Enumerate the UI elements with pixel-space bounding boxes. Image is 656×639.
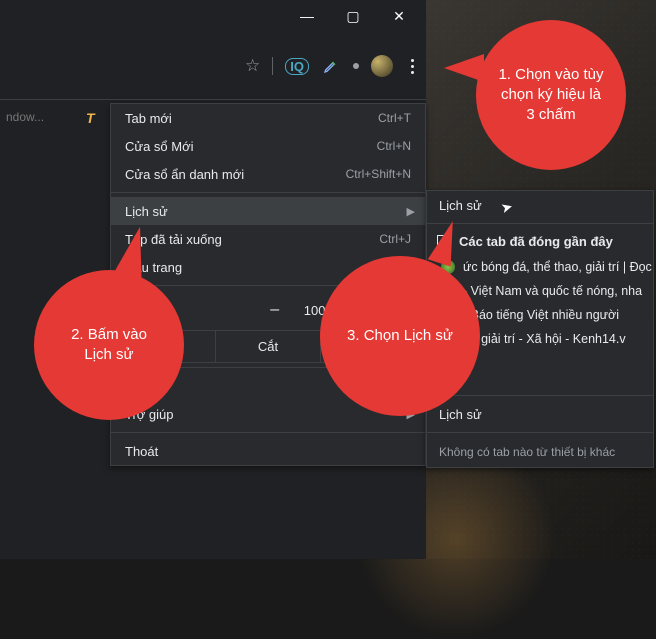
- menu-item-new-window[interactable]: Cửa sổ Mới Ctrl+N: [111, 132, 425, 160]
- history-entry-label: ức bóng đá, thể thao, giải trí | Đọc: [463, 260, 652, 274]
- history-entry-label: - Việt Nam và quốc tế nóng, nha: [463, 284, 642, 298]
- submenu-item-history[interactable]: Lịch sử ➤: [427, 191, 653, 219]
- callout-text: 3. Chọn Lịch sử: [347, 326, 453, 346]
- menu-shortcut: Ctrl+J: [379, 232, 411, 246]
- bookmark-bar-icon[interactable]: T: [86, 110, 95, 126]
- menu-item-exit[interactable]: Thoát: [111, 437, 425, 465]
- menu-label: Thoát: [125, 444, 158, 459]
- menu-label: Cửa sổ Mới: [125, 139, 194, 154]
- menu-item-downloads[interactable]: Tệp đã tải xuống Ctrl+J: [111, 225, 425, 253]
- callout-text: 2. Bấm vào Lịch sử: [55, 325, 162, 366]
- window-titlebar: — ▢ ✕: [0, 0, 426, 32]
- menu-shortcut: Ctrl+N: [377, 139, 411, 153]
- history-entry-label: ức giải trí - Xã hội - Kenh14.v: [463, 332, 626, 346]
- toolbar: ☆ IQ: [0, 46, 426, 86]
- three-dots-menu-button[interactable]: [405, 55, 420, 78]
- menu-separator: [111, 192, 425, 193]
- edit-pencil-icon[interactable]: [321, 56, 341, 76]
- profile-avatar[interactable]: [371, 55, 393, 77]
- history-entry-label: - Báo tiếng Việt nhiều người: [463, 308, 619, 322]
- annotation-callout-1: 1. Chọn vào tùy chọn ký hiệu là 3 chấm: [476, 20, 626, 170]
- window-minimize-button[interactable]: —: [284, 2, 330, 30]
- bookmark-bar-divider: [0, 99, 426, 100]
- menu-separator: [111, 432, 425, 433]
- menu-shortcut: Ctrl+Shift+N: [346, 167, 411, 181]
- mouse-cursor-icon: ➤: [499, 198, 515, 217]
- submenu-arrow-icon: ▶: [407, 205, 415, 218]
- toolbar-separator: [272, 57, 273, 75]
- window-close-button[interactable]: ✕: [376, 2, 422, 30]
- annotation-callout-3: 3. Chọn Lịch sử: [320, 256, 480, 416]
- section-label: Các tab đã đóng gần đây: [459, 234, 613, 249]
- menu-item-incognito[interactable]: Cửa sổ ẩn danh mới Ctrl+Shift+N: [111, 160, 425, 188]
- menu-shortcut: Ctrl+T: [378, 111, 411, 125]
- menu-item-history[interactable]: Lịch sử ▶: [111, 197, 425, 225]
- bookmark-star-icon[interactable]: ☆: [245, 56, 260, 76]
- submenu-separator: [427, 432, 653, 433]
- menu-item-new-tab[interactable]: Tab mới Ctrl+T: [111, 104, 425, 132]
- window-maximize-button[interactable]: ▢: [330, 2, 376, 30]
- tab-label[interactable]: ndow...: [6, 110, 44, 124]
- submenu-label: Lịch sử: [439, 198, 482, 213]
- toolbar-dot-icon[interactable]: [353, 63, 359, 69]
- annotation-callout-2: 2. Bấm vào Lịch sử: [34, 270, 184, 420]
- menu-edit-cut[interactable]: Cắt: [216, 331, 321, 362]
- iq-extension-icon[interactable]: IQ: [285, 58, 309, 75]
- zoom-out-button[interactable]: –: [266, 301, 284, 319]
- menu-label: Lịch sử: [125, 204, 168, 219]
- submenu-no-tabs-label: Không có tab nào từ thiết bị khác: [427, 437, 653, 467]
- callout-text: 1. Chọn vào tùy chọn ký hiệu là 3 chấm: [497, 65, 604, 126]
- menu-label: Cửa sổ ẩn danh mới: [125, 167, 244, 182]
- menu-label: Tab mới: [125, 111, 172, 126]
